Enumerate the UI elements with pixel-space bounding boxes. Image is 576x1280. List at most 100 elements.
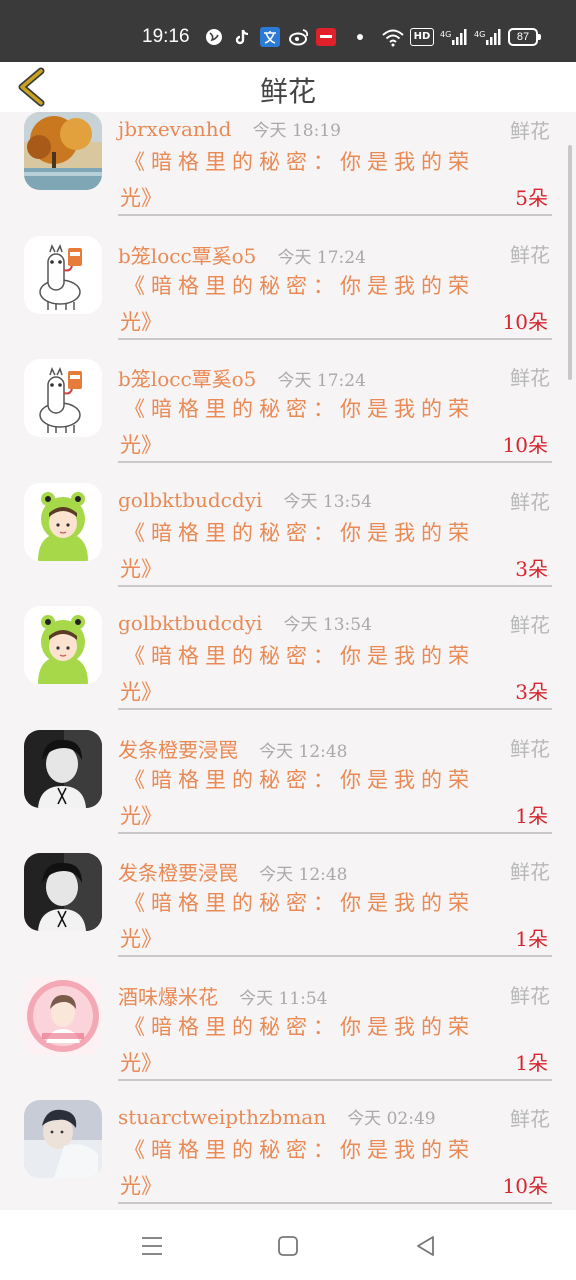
book-title-line2[interactable]: 光》	[120, 676, 162, 706]
book-title-line2[interactable]: 光》	[120, 1047, 162, 1077]
signal-4g-icon: 4G	[474, 27, 502, 47]
divider	[118, 955, 552, 957]
gift-record-row[interactable]: jbrxevanhd 今天 18:19 鲜花 《暗格里的秘密：你是我的荣 光》 …	[0, 112, 576, 236]
gift-record-row[interactable]: golbktbudcdyi 今天 13:54 鲜花 《暗格里的秘密：你是我的荣 …	[0, 606, 576, 730]
sender-name[interactable]: b笼locc覃奚o5	[118, 367, 256, 391]
book-title-line2[interactable]: 光》	[120, 429, 162, 459]
sender-name[interactable]: b笼locc覃奚o5	[118, 244, 256, 268]
avatar[interactable]	[24, 729, 102, 808]
book-title-line2[interactable]: 光》	[120, 553, 162, 583]
gift-type-label: 鲜花	[510, 860, 550, 884]
gift-type-label: 鲜花	[510, 1107, 550, 1131]
gift-record-row[interactable]: stuarctweipthzbman 今天 02:49 鲜花 《暗格里的秘密：你…	[0, 1100, 576, 1210]
divider	[118, 831, 552, 834]
book-title-line1[interactable]: 《暗格里的秘密：你是我的荣	[124, 1134, 475, 1164]
book-title-line1[interactable]: 《暗格里的秘密：你是我的荣	[124, 887, 475, 917]
sender-name[interactable]: stuarctweipthzbman	[118, 1105, 326, 1129]
gift-record-row[interactable]: b笼locc覃奚o5 今天 17:24 鲜花 《暗格里的秘密：你是我的荣 光》 …	[0, 359, 576, 483]
sender-name[interactable]: 发条橙要浸罠	[118, 738, 238, 762]
gift-time: 今天 18:19	[252, 121, 341, 141]
book-title-line1[interactable]: 《暗格里的秘密：你是我的荣	[124, 517, 475, 547]
book-title-line1[interactable]: 《暗格里的秘密：你是我的荣	[124, 1011, 475, 1041]
avatar[interactable]	[24, 853, 102, 931]
avatar[interactable]	[24, 1100, 102, 1178]
signal-4g-icon: 4G	[440, 27, 468, 47]
hd-icon: HD	[410, 28, 434, 46]
home-square-icon	[278, 1236, 298, 1256]
gift-record-row[interactable]: 酒味爆米花 今天 11:54 鲜花 《暗格里的秘密：你是我的荣 光》 1朵	[0, 976, 576, 1101]
avatar[interactable]	[24, 112, 102, 190]
gift-time: 今天 13:54	[283, 615, 372, 635]
sender-name[interactable]: golbktbudcdyi	[118, 488, 262, 512]
avatar[interactable]	[24, 359, 102, 437]
svg-text:4G: 4G	[440, 30, 451, 39]
globe-icon	[204, 27, 224, 47]
gift-time: 今天 02:49	[347, 1109, 436, 1129]
scrollbar[interactable]	[568, 145, 572, 380]
gift-type-label: 鲜花	[510, 366, 550, 390]
menu-icon	[142, 1237, 162, 1255]
gift-meta: stuarctweipthzbman 今天 02:49	[118, 1104, 436, 1129]
back-triangle-icon	[417, 1236, 434, 1256]
gift-count: 1朵	[515, 927, 548, 951]
gift-type-label: 鲜花	[510, 613, 550, 637]
app-badge-icon	[316, 28, 336, 46]
avatar[interactable]	[24, 482, 102, 561]
book-title-line2[interactable]: 光》	[120, 306, 162, 336]
gift-count: 3朵	[515, 556, 548, 581]
gift-time: 今天 12:48	[259, 865, 348, 885]
book-title-line1[interactable]: 《暗格里的秘密：你是我的荣	[124, 393, 475, 423]
gift-meta: jbrxevanhd 今天 18:19	[118, 116, 341, 141]
book-title-line1[interactable]: 《暗格里的秘密：你是我的荣	[124, 764, 475, 794]
gift-meta: 发条橙要浸罠 今天 12:48	[118, 734, 348, 763]
gift-type-label: 鲜花	[510, 242, 550, 267]
gift-count: 10朵	[502, 1174, 548, 1198]
divider	[118, 214, 552, 216]
gift-meta: golbktbudcdyi 今天 13:54	[118, 487, 372, 512]
avatar[interactable]	[24, 976, 102, 1055]
book-title-line1[interactable]: 《暗格里的秘密：你是我的荣	[124, 270, 475, 300]
menu-button[interactable]	[138, 1232, 166, 1260]
translate-icon	[260, 27, 280, 47]
gift-meta: b笼locc覃奚o5 今天 17:24	[118, 363, 366, 392]
dot-icon	[350, 27, 370, 47]
gift-time: 今天 17:24	[277, 247, 366, 268]
gift-meta: golbktbudcdyi 今天 13:54	[118, 610, 372, 635]
home-button[interactable]	[274, 1232, 302, 1260]
gift-record-row[interactable]: 发条橙要浸罠 今天 12:48 鲜花 《暗格里的秘密：你是我的荣 光》 1朵	[0, 853, 576, 977]
gift-time: 今天 12:48	[259, 741, 348, 762]
sender-name[interactable]: 发条橙要浸罠	[118, 861, 238, 885]
avatar[interactable]	[24, 235, 102, 314]
avatar[interactable]	[24, 606, 102, 684]
gift-record-row[interactable]: golbktbudcdyi 今天 13:54 鲜花 《暗格里的秘密：你是我的荣 …	[0, 482, 576, 607]
divider	[118, 461, 552, 463]
sender-name[interactable]: 酒味爆米花	[118, 985, 218, 1009]
gift-type-label: 鲜花	[510, 983, 550, 1008]
book-title-line2[interactable]: 光》	[120, 182, 162, 212]
book-title-line2[interactable]: 光》	[120, 1170, 162, 1200]
book-title-line2[interactable]: 光》	[120, 923, 162, 953]
sender-name[interactable]: golbktbudcdyi	[118, 611, 262, 635]
gift-count: 1朵	[515, 1050, 548, 1075]
book-title-line2[interactable]: 光》	[120, 800, 162, 830]
gift-record-row[interactable]: 发条橙要浸罠 今天 12:48 鲜花 《暗格里的秘密：你是我的荣 光》 1朵	[0, 729, 576, 854]
svg-text:4G: 4G	[474, 30, 485, 39]
gift-type-label: 鲜花	[510, 489, 550, 514]
page-header: 鲜花	[0, 62, 576, 112]
gift-record-row[interactable]: b笼locc覃奚o5 今天 17:24 鲜花 《暗格里的秘密：你是我的荣 光》 …	[0, 235, 576, 360]
gift-count: 10朵	[502, 433, 548, 457]
sender-name[interactable]: jbrxevanhd	[118, 117, 231, 141]
status-time: 19:16	[142, 26, 190, 47]
gift-meta: 发条橙要浸罠 今天 12:48	[118, 857, 348, 886]
gift-count: 3朵	[515, 680, 548, 704]
book-title-line1[interactable]: 《暗格里的秘密：你是我的荣	[124, 640, 475, 670]
gift-count: 1朵	[515, 803, 548, 828]
gift-time: 今天 13:54	[283, 491, 372, 512]
wifi-icon	[381, 27, 405, 47]
nav-back-button[interactable]	[412, 1232, 440, 1260]
status-bar: 19:16 HD 4G 4G 87	[0, 0, 576, 62]
gift-type-label: 鲜花	[510, 119, 550, 143]
book-title-line1[interactable]: 《暗格里的秘密：你是我的荣	[124, 146, 475, 176]
gift-list[interactable]: jbrxevanhd 今天 18:19 鲜花 《暗格里的秘密：你是我的荣 光》 …	[0, 112, 576, 1210]
page-title: 鲜花	[259, 75, 316, 108]
